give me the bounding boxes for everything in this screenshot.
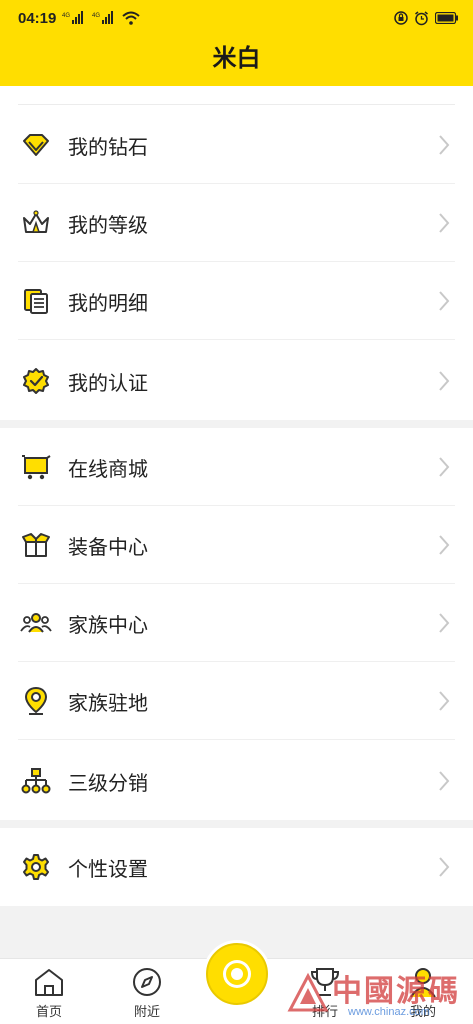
chevron-right-icon xyxy=(437,611,451,635)
status-time: 04:19 xyxy=(18,9,57,27)
chevron-right-icon xyxy=(437,533,451,557)
alarm-icon xyxy=(414,10,429,26)
status-bar: 04:19 4G 4G xyxy=(0,0,473,36)
divider xyxy=(18,104,455,105)
svg-text:4G: 4G xyxy=(92,13,100,19)
tab-label: 排行 xyxy=(311,1005,338,1020)
menu-group-account: 我的钻石 我的等级 我的明细 我的认证 xyxy=(0,86,473,420)
menu-item-equipment[interactable]: 装备中心 xyxy=(0,506,473,584)
svg-text:4G: 4G xyxy=(62,13,70,19)
menu-item-label: 我的钻石 xyxy=(68,134,148,159)
menu-item-label: 家族驻地 xyxy=(68,690,148,715)
menu-item-mall[interactable]: 在线商城 xyxy=(0,428,473,506)
tab-label: 首页 xyxy=(35,1005,62,1020)
tab-nearby[interactable]: 附近 xyxy=(112,965,182,1023)
menu-item-label: 我的明细 xyxy=(68,290,148,315)
trophy-icon xyxy=(310,968,340,996)
menu-item-label: 在线商城 xyxy=(68,456,148,481)
battery-icon xyxy=(435,12,459,24)
chevron-right-icon xyxy=(437,769,451,793)
crown-icon xyxy=(20,207,52,239)
tab-home[interactable]: 首页 xyxy=(14,965,84,1023)
tab-label: 我的 xyxy=(409,1005,436,1020)
menu-item-label: 家族中心 xyxy=(68,612,148,637)
signal-icon: 4G xyxy=(62,11,86,25)
box-icon xyxy=(20,529,52,561)
compass-icon xyxy=(133,968,161,996)
home-icon xyxy=(35,969,63,996)
menu-group-settings: 个性设置 xyxy=(0,828,473,906)
chevron-right-icon xyxy=(437,133,451,157)
menu-item-label: 个性设置 xyxy=(68,856,148,881)
diamond-icon xyxy=(20,129,52,161)
chevron-right-icon xyxy=(437,689,451,713)
location-pin-icon xyxy=(20,685,52,717)
chevron-right-icon xyxy=(437,855,451,879)
menu-item-distribution[interactable]: 三级分销 xyxy=(0,742,473,820)
chevron-right-icon xyxy=(437,369,451,393)
menu-item-family-center[interactable]: 家族中心 xyxy=(0,584,473,662)
divider xyxy=(18,339,455,340)
center-button-icon xyxy=(226,963,248,985)
menu-item-label: 装备中心 xyxy=(68,534,148,559)
verified-badge-icon xyxy=(20,365,52,397)
hierarchy-icon xyxy=(20,765,52,797)
page-title: 米白 xyxy=(212,44,261,72)
document-icon xyxy=(20,285,52,317)
tab-me[interactable]: 我的 xyxy=(388,965,458,1023)
menu-item-level[interactable]: 我的等级 xyxy=(0,184,473,262)
chevron-right-icon xyxy=(437,211,451,235)
menu-item-details[interactable]: 我的明细 xyxy=(0,262,473,340)
group-icon xyxy=(20,607,52,639)
profile-icon xyxy=(410,968,436,998)
top-bar: 04:19 4G 4G 米白 xyxy=(0,0,473,86)
gear-icon xyxy=(20,851,52,883)
menu-item-label: 三级分销 xyxy=(68,770,148,795)
menu-item-settings[interactable]: 个性设置 xyxy=(0,828,473,906)
signal-icon-2: 4G xyxy=(92,11,116,25)
menu-item-label: 我的认证 xyxy=(68,370,148,395)
wifi-icon xyxy=(122,11,141,25)
menu-item-label: 我的等级 xyxy=(68,212,148,237)
chevron-right-icon xyxy=(437,289,451,313)
tab-ranking[interactable]: 排行 xyxy=(290,965,360,1023)
center-action-button[interactable] xyxy=(206,943,268,1005)
cart-icon xyxy=(20,451,52,483)
menu-item-verification[interactable]: 我的认证 xyxy=(0,342,473,420)
divider xyxy=(18,739,455,740)
menu-group-services: 在线商城 装备中心 家族中心 家族驻地 三级分销 xyxy=(0,428,473,820)
menu-item-diamond[interactable]: 我的钻石 xyxy=(0,106,473,184)
menu-item-family-base[interactable]: 家族驻地 xyxy=(0,662,473,740)
chevron-right-icon xyxy=(437,455,451,479)
tab-label: 附近 xyxy=(133,1005,160,1020)
lock-icon xyxy=(394,11,408,25)
